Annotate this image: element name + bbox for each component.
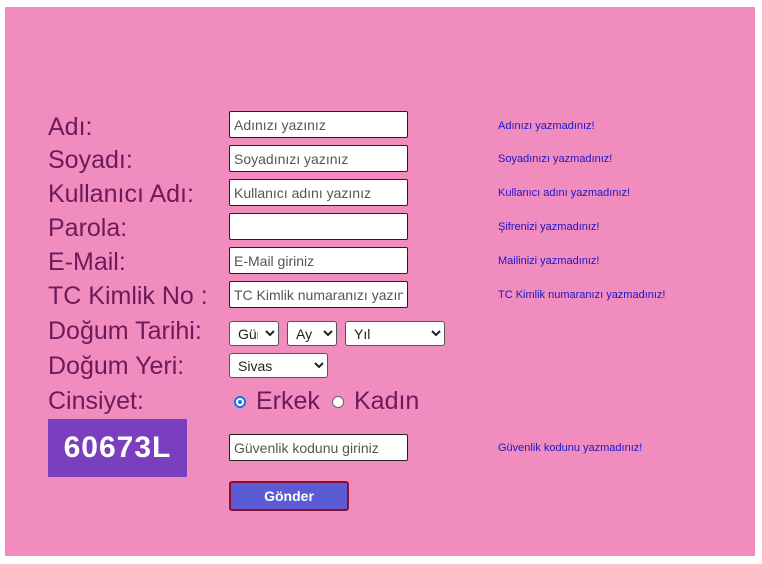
username-input[interactable] bbox=[229, 179, 408, 206]
submit-button[interactable]: Gönder bbox=[229, 481, 349, 511]
last-name-input[interactable] bbox=[229, 145, 408, 172]
email-error: Mailinizi yazmadınız! bbox=[498, 255, 600, 267]
male-radio[interactable] bbox=[234, 395, 246, 408]
gender-option-female[interactable]: Kadın bbox=[332, 387, 419, 416]
email-input[interactable] bbox=[229, 247, 408, 274]
birth-date-label: Doğum Tarihi: bbox=[48, 317, 202, 345]
username-error: Kullanıcı adını yazmadınız! bbox=[498, 187, 631, 199]
username-label: Kullanıcı Adı: bbox=[48, 180, 194, 208]
password-label: Parola: bbox=[48, 214, 128, 242]
captcha-input[interactable] bbox=[229, 434, 408, 461]
email-label: E-Mail: bbox=[48, 248, 126, 276]
first-name-label: Adı: bbox=[48, 113, 93, 141]
birth-place-label: Doğum Yeri: bbox=[48, 352, 185, 380]
gender-option-male[interactable]: Erkek bbox=[234, 387, 320, 416]
birth-month-select[interactable]: Ay bbox=[287, 321, 337, 346]
password-input[interactable] bbox=[229, 213, 408, 240]
birth-year-select[interactable]: Yıl bbox=[345, 321, 445, 346]
tc-id-input[interactable] bbox=[229, 281, 408, 308]
first-name-error: Adınızı yazmadınız! bbox=[498, 120, 595, 132]
female-radio[interactable] bbox=[332, 395, 344, 408]
female-radio-label: Kadın bbox=[354, 387, 420, 415]
captcha-error: Güvenlik kodunu yazmadınız! bbox=[498, 442, 643, 454]
gender-label: Cinsiyet: bbox=[48, 387, 144, 415]
first-name-input[interactable] bbox=[229, 111, 408, 138]
captcha-code: 60673L bbox=[48, 419, 187, 477]
birth-place-select[interactable]: Sivas bbox=[229, 353, 328, 378]
male-radio-label: Erkek bbox=[256, 387, 320, 415]
last-name-error: Soyadınızı yazmadınız! bbox=[498, 153, 613, 165]
birth-day-select[interactable]: Gün bbox=[229, 321, 279, 346]
password-error: Şifrenizi yazmadınız! bbox=[498, 221, 600, 233]
last-name-label: Soyadı: bbox=[48, 146, 133, 174]
tc-id-error: TC Kimlik numaranızı yazmadınız! bbox=[498, 289, 666, 301]
tc-id-label: TC Kimlik No : bbox=[48, 282, 208, 310]
